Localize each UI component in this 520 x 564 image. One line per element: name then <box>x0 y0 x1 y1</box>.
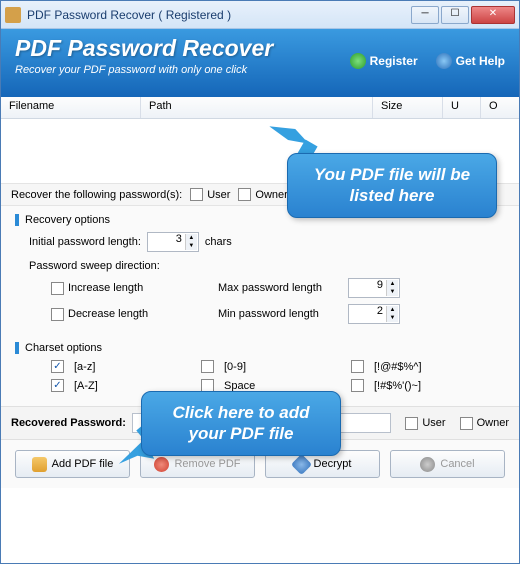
help-link[interactable]: Get Help <box>436 53 505 69</box>
close-button[interactable]: ✕ <box>471 6 515 24</box>
add-pdf-button[interactable]: Add PDF file <box>15 450 130 478</box>
charset-sym-checkbox[interactable] <box>351 360 364 373</box>
cancel-icon <box>420 457 435 472</box>
min-length-input[interactable]: 2 ▲▼ <box>348 304 400 324</box>
recovered-user-checkbox[interactable] <box>405 417 418 430</box>
init-length-spinner[interactable]: ▲▼ <box>185 234 197 250</box>
user-checkbox[interactable] <box>190 188 203 201</box>
charset-sym2-label: [!#$%'()~] <box>374 380 421 392</box>
charset-sym-label: [!@#$%^] <box>374 361 422 373</box>
charset-title: Charset options <box>15 342 505 354</box>
increase-label: Increase length <box>68 282 218 294</box>
charset-09-label: [0-9] <box>224 361 246 373</box>
init-length-label: Initial password length: <box>29 236 141 248</box>
init-length-input[interactable]: 3 ▲▼ <box>147 232 199 252</box>
charset-space-label: Space <box>224 380 255 392</box>
col-size[interactable]: Size <box>373 97 443 118</box>
file-table-header: Filename Path Size U O <box>1 97 519 119</box>
charset-az-checkbox[interactable]: ✓ <box>51 360 64 373</box>
register-icon <box>350 53 366 69</box>
recovered-owner-checkbox[interactable] <box>460 417 473 430</box>
owner-checkbox[interactable] <box>238 188 251 201</box>
decrease-checkbox[interactable] <box>51 308 64 321</box>
window-title: PDF Password Recover ( Registered ) <box>27 8 409 22</box>
section-bar-icon <box>15 342 19 354</box>
chars-label: chars <box>205 236 232 248</box>
recovered-user-label: User <box>422 417 445 429</box>
callout-add-file: Click here to add your PDF file <box>141 391 341 456</box>
decrease-row: Decrease length Min password length 2 ▲▼ <box>43 304 505 324</box>
min-label: Min password length <box>218 308 348 320</box>
app-header: PDF Password Recover Recover your PDF pa… <box>1 29 519 97</box>
remove-icon <box>154 457 169 472</box>
max-spinner[interactable]: ▲▼ <box>386 280 398 296</box>
initial-length-row: Initial password length: 3 ▲▼ chars <box>29 232 505 252</box>
max-length-input[interactable]: 9 ▲▼ <box>348 278 400 298</box>
col-filename[interactable]: Filename <box>1 97 141 118</box>
charset-AZ-checkbox[interactable]: ✓ <box>51 379 64 392</box>
titlebar[interactable]: PDF Password Recover ( Registered ) ─ ☐ … <box>1 1 519 29</box>
app-icon <box>5 7 21 23</box>
increase-checkbox[interactable] <box>51 282 64 295</box>
sweep-label: Password sweep direction: <box>29 260 505 272</box>
charset-sym2-checkbox[interactable] <box>351 379 364 392</box>
help-icon <box>436 53 452 69</box>
folder-icon <box>32 457 47 472</box>
section-bar-icon <box>15 214 19 226</box>
register-link[interactable]: Register <box>350 53 418 69</box>
user-label: User <box>207 189 230 201</box>
charset-AZ-label: [A-Z] <box>74 380 98 392</box>
col-u[interactable]: U <box>443 97 481 118</box>
callout-listed-here: You PDF file will be listed here <box>287 153 497 218</box>
recovery-section: Recovery options Initial password length… <box>1 206 519 334</box>
maximize-button[interactable]: ☐ <box>441 6 469 24</box>
header-links: Register Get Help <box>350 53 505 69</box>
charset-grid: ✓ [a-z] [0-9] [!@#$%^] ✓ [A-Z] Space [!#$%… <box>43 360 505 392</box>
max-label: Max password length <box>218 282 348 294</box>
min-spinner[interactable]: ▲▼ <box>386 306 398 322</box>
increase-row: Increase length Max password length 9 ▲▼ <box>43 278 505 298</box>
col-path[interactable]: Path <box>141 97 373 118</box>
charset-az-label: [a-z] <box>74 361 95 373</box>
col-o[interactable]: O <box>481 97 519 118</box>
recovered-owner-label: Owner <box>477 417 509 429</box>
minimize-button[interactable]: ─ <box>411 6 439 24</box>
recover-label: Recover the following password(s): <box>11 189 182 201</box>
decrease-label: Decrease length <box>68 308 218 320</box>
recovered-label: Recovered Password: <box>11 417 126 429</box>
decrypt-icon <box>290 453 311 474</box>
register-label: Register <box>370 54 418 68</box>
charset-09-checkbox[interactable] <box>201 360 214 373</box>
cancel-button[interactable]: Cancel <box>390 450 505 478</box>
owner-label: Owner <box>255 189 287 201</box>
help-label: Get Help <box>456 54 505 68</box>
app-window: PDF Password Recover ( Registered ) ─ ☐ … <box>0 0 520 564</box>
